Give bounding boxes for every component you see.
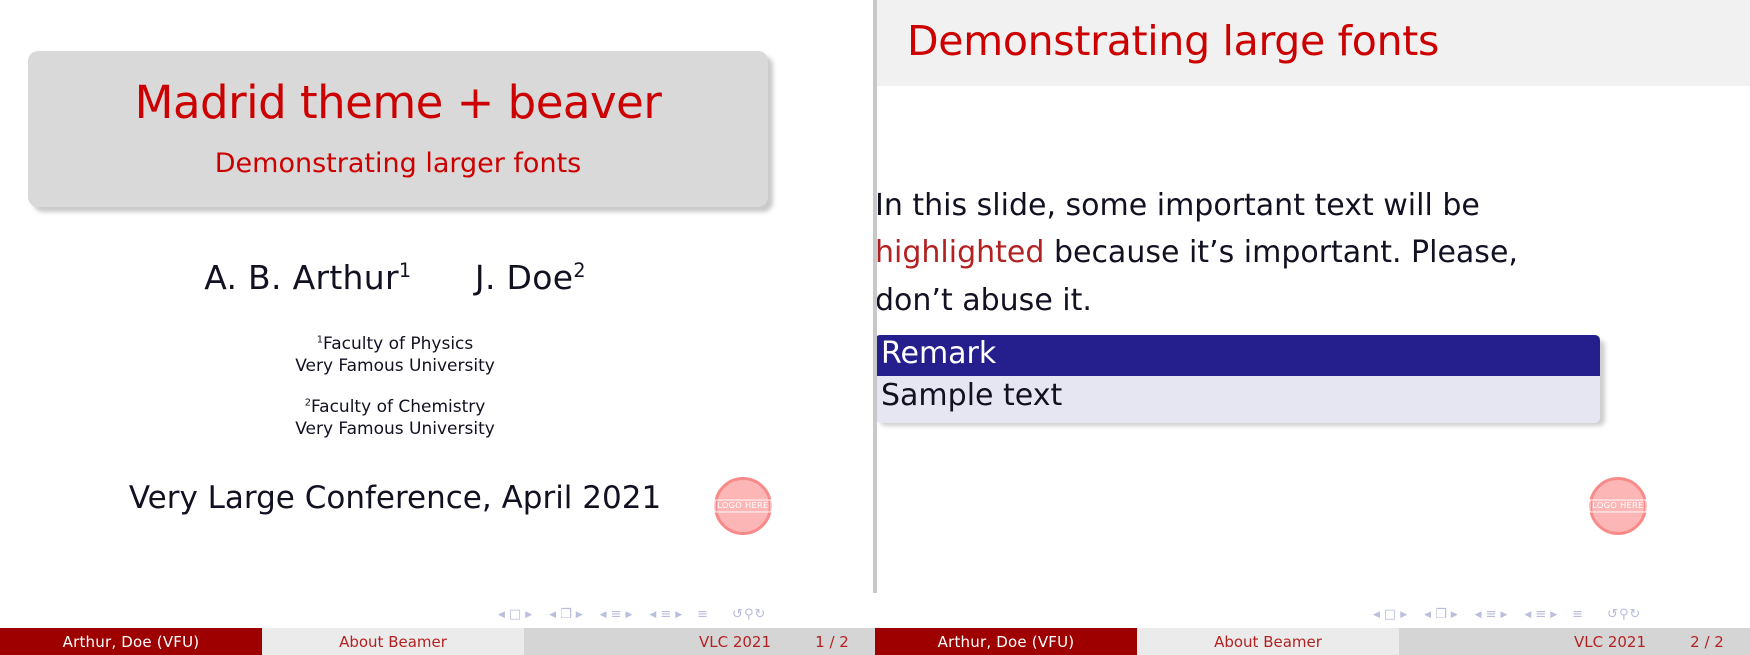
body-paragraph: In this slide, some important text will …: [875, 182, 1590, 324]
paragraph-segment-1: In this slide, some important text will …: [875, 188, 1480, 223]
navigation-symbols[interactable]: ◀ □ ▶ ◀ ❐ ▶ ◀ ≡ ▶ ◀ ≡ ▶ ≡ ↺ ⚲ ↻: [1370, 607, 1640, 622]
footer-page-number: 2 / 2: [1664, 628, 1750, 655]
nav-slide-group[interactable]: ◀ □ ▶: [495, 607, 535, 622]
affiliation-two-line1: 2Faculty of Chemistry: [0, 396, 790, 418]
nav-section-group[interactable]: ◀ ≡ ▶: [1521, 607, 1560, 622]
prev-section-arrow-icon[interactable]: ◀: [646, 610, 659, 620]
affiliation-two-dept: Faculty of Chemistry: [310, 397, 486, 417]
frames-icon[interactable]: ❐: [559, 607, 573, 622]
subsection-icon[interactable]: ≡: [610, 607, 623, 622]
affiliation-one: 1Faculty of Physics Very Famous Universi…: [0, 333, 790, 378]
back-icon[interactable]: ↺: [732, 607, 743, 622]
footer-author: Arthur, Doe (VFU): [0, 628, 262, 655]
presentation-subtitle: Demonstrating larger fonts: [214, 148, 582, 180]
section-icon[interactable]: ≡: [659, 607, 672, 622]
author-one-mark: 1: [398, 259, 412, 282]
slide-footer: Arthur, Doe (VFU) About Beamer VLC 2021 …: [0, 628, 875, 655]
paragraph-highlight: highlighted: [875, 235, 1045, 271]
author-two-mark: 2: [573, 259, 586, 282]
prev-frame-arrow-icon[interactable]: ◀: [546, 610, 559, 620]
slide-icon[interactable]: □: [1383, 607, 1397, 622]
affiliation-two-line2: Very Famous University: [295, 419, 495, 440]
next-frame-arrow-icon[interactable]: ▶: [1448, 610, 1461, 620]
next-slide-arrow-icon[interactable]: ▶: [1397, 610, 1410, 620]
forward-icon[interactable]: ↻: [754, 607, 765, 622]
title-slide: Madrid theme + beaver Demonstrating larg…: [0, 0, 875, 655]
author-one: A. B. Arthur1: [204, 258, 411, 297]
nav-document-group[interactable]: ≡: [1571, 607, 1584, 622]
next-subsection-arrow-icon[interactable]: ▶: [1497, 610, 1510, 620]
prev-subsection-arrow-icon[interactable]: ◀: [1472, 610, 1485, 620]
next-frame-arrow-icon[interactable]: ▶: [573, 610, 586, 620]
back-icon[interactable]: ↺: [1607, 607, 1618, 622]
search-icon[interactable]: ⚲: [1619, 607, 1629, 622]
affiliation-one-line1: 1Faculty of Physics: [0, 333, 790, 355]
footer-title: About Beamer: [262, 628, 524, 655]
frames-icon[interactable]: ❐: [1434, 607, 1448, 622]
nav-slide-group[interactable]: ◀ □ ▶: [1370, 607, 1410, 622]
nav-document-group[interactable]: ≡: [696, 607, 709, 622]
content-slide: Demonstrating large fonts In this slide,…: [875, 0, 1750, 655]
nav-subsection-group[interactable]: ◀ ≡ ▶: [1472, 607, 1511, 622]
beamer-slide-viewer: Madrid theme + beaver Demonstrating larg…: [0, 0, 1750, 655]
author-two: J. Doe2: [475, 258, 586, 297]
footer-date: VLC 2021: [524, 628, 789, 655]
nav-frame-group[interactable]: ◀ ❐ ▶: [1421, 607, 1461, 622]
authors-row: A. B. Arthur1 J. Doe2: [0, 258, 790, 297]
remark-block-title: Remark: [875, 335, 1600, 376]
navigation-symbols[interactable]: ◀ □ ▶ ◀ ❐ ▶ ◀ ≡ ▶ ◀ ≡ ▶ ≡ ↺ ⚲ ↻: [495, 607, 765, 622]
footer-page-number: 1 / 2: [789, 628, 875, 655]
section-icon[interactable]: ≡: [1534, 607, 1547, 622]
author-two-name: J. Doe: [474, 258, 574, 297]
presentation-title: Madrid theme + beaver: [134, 75, 662, 129]
conference-date: Very Large Conference, April 2021: [128, 480, 662, 516]
remark-block: Remark Sample text: [875, 335, 1600, 424]
next-section-arrow-icon[interactable]: ▶: [672, 610, 685, 620]
document-icon[interactable]: ≡: [1571, 607, 1584, 622]
remark-block-body: Sample text: [875, 375, 1600, 424]
footer-title: About Beamer: [1137, 628, 1399, 655]
search-icon[interactable]: ⚲: [744, 607, 754, 622]
institution-logo: LOGO HERE: [1589, 477, 1647, 535]
next-section-arrow-icon[interactable]: ▶: [1547, 610, 1560, 620]
affiliation-two: 2Faculty of Chemistry Very Famous Univer…: [0, 396, 790, 441]
footer-author: Arthur, Doe (VFU): [875, 628, 1137, 655]
affiliation-one-line2: Very Famous University: [295, 356, 495, 377]
document-icon[interactable]: ≡: [696, 607, 709, 622]
slide-footer: Arthur, Doe (VFU) About Beamer VLC 2021 …: [875, 628, 1750, 655]
frame-title: Demonstrating large fonts: [907, 17, 1440, 65]
prev-subsection-arrow-icon[interactable]: ◀: [597, 610, 610, 620]
footer-date: VLC 2021: [1399, 628, 1664, 655]
prev-slide-arrow-icon[interactable]: ◀: [1370, 610, 1383, 620]
next-subsection-arrow-icon[interactable]: ▶: [622, 610, 635, 620]
logo-label: LOGO HERE: [714, 499, 772, 513]
nav-subsection-group[interactable]: ◀ ≡ ▶: [597, 607, 636, 622]
subsection-icon[interactable]: ≡: [1485, 607, 1498, 622]
nav-section-group[interactable]: ◀ ≡ ▶: [646, 607, 685, 622]
next-slide-arrow-icon[interactable]: ▶: [522, 610, 535, 620]
forward-icon[interactable]: ↻: [1629, 607, 1640, 622]
slide-divider: [873, 0, 877, 593]
nav-tail-group[interactable]: ↺ ⚲ ↻: [1607, 607, 1640, 622]
prev-frame-arrow-icon[interactable]: ◀: [1421, 610, 1434, 620]
title-box: Madrid theme + beaver Demonstrating larg…: [28, 51, 768, 207]
prev-section-arrow-icon[interactable]: ◀: [1521, 610, 1534, 620]
author-one-name: A. B. Arthur: [204, 258, 399, 297]
logo-label: LOGO HERE: [1589, 499, 1647, 513]
slide-icon[interactable]: □: [508, 607, 522, 622]
nav-frame-group[interactable]: ◀ ❐ ▶: [546, 607, 586, 622]
prev-slide-arrow-icon[interactable]: ◀: [495, 610, 508, 620]
affiliation-one-dept: Faculty of Physics: [322, 334, 474, 354]
nav-tail-group[interactable]: ↺ ⚲ ↻: [732, 607, 765, 622]
institution-logo: LOGO HERE: [714, 477, 772, 535]
